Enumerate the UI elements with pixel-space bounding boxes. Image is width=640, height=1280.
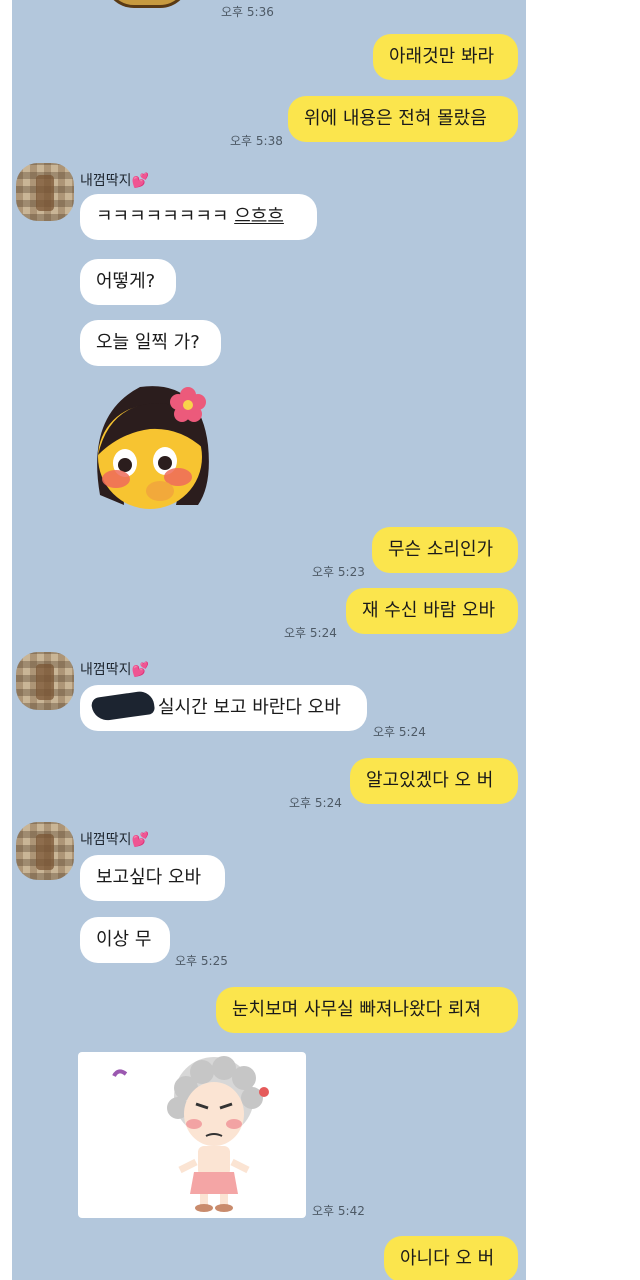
their-message[interactable]: 오늘 일찍 가?	[80, 320, 221, 366]
avatar[interactable]	[16, 652, 74, 710]
my-message[interactable]: 알고있겠다 오 버	[350, 758, 518, 804]
heart-icon: 💕	[131, 662, 149, 678]
my-message[interactable]: 재 수신 바람 오바	[346, 588, 518, 634]
their-message[interactable]: 보고싶다 오바	[80, 855, 225, 901]
their-message[interactable]: 실시간 보고 바란다 오바	[80, 685, 367, 731]
my-message[interactable]: 아래것만 봐라	[373, 34, 518, 80]
timestamp: 오후 5:42	[312, 1204, 365, 1218]
their-message[interactable]: 어떻게?	[80, 259, 176, 305]
avatar[interactable]	[16, 163, 74, 221]
timestamp: 오후 5:36	[221, 5, 274, 19]
heart-icon: 💕	[131, 173, 149, 189]
grandma-sticker[interactable]	[78, 1052, 306, 1218]
my-message[interactable]: 무슨 소리인가	[372, 527, 518, 573]
avatar[interactable]	[16, 822, 74, 880]
their-message[interactable]: ㅋㅋㅋㅋㅋㅋㅋㅋ 으흐흐	[80, 194, 317, 240]
timestamp: 오후 5:25	[175, 954, 228, 968]
contact-name: 내껌딱지💕	[80, 662, 149, 678]
my-message[interactable]: 눈치보며 사무실 빠져나왔다 뢰져	[216, 987, 518, 1033]
contact-name: 내껌딱지💕	[80, 832, 149, 848]
blushing-girl-sticker[interactable]	[80, 375, 220, 515]
contact-name: 내껌딱지💕	[80, 173, 149, 189]
timestamp: 오후 5:24	[373, 725, 426, 739]
timestamp: 오후 5:24	[289, 796, 342, 810]
timestamp: 오후 5:24	[284, 626, 337, 640]
top-sticker-partial	[104, 0, 190, 8]
heart-icon: 💕	[131, 832, 149, 848]
timestamp: 오후 5:23	[312, 565, 365, 579]
redaction-scribble	[90, 689, 156, 723]
my-message[interactable]: 위에 내용은 전혀 몰랐음	[288, 96, 518, 142]
my-message[interactable]: 아니다 오 버	[384, 1236, 518, 1280]
chat-area[interactable]: 오후 5:36 아래것만 봐라 위에 내용은 전혀 몰랐음 오후 5:38 내껌…	[12, 0, 526, 1280]
timestamp: 오후 5:38	[230, 134, 283, 148]
their-message[interactable]: 이상 무	[80, 917, 170, 963]
